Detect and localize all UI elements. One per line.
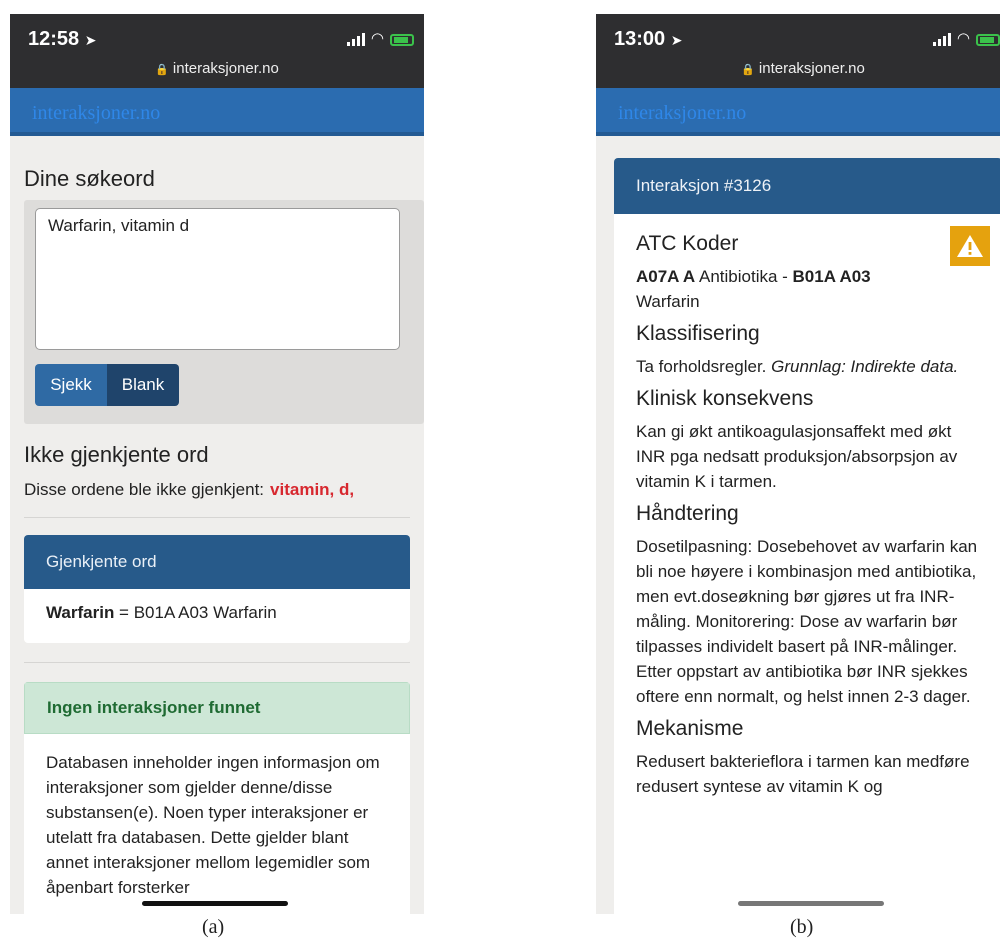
no-interaction-header: Ingen interaksjoner funnet xyxy=(24,682,410,734)
recognized-header: Gjenkjente ord xyxy=(24,535,410,589)
recognized-detail: = B01A A03 Warfarin xyxy=(114,603,277,622)
brand-link[interactable]: interaksjoner.no xyxy=(618,102,746,125)
consequence-title: Klinisk konsekvens xyxy=(636,387,814,410)
classification-title: Klassifisering xyxy=(636,322,760,345)
handling-title: Håndtering xyxy=(636,502,739,525)
atc-code: A07A A xyxy=(636,267,696,286)
signal-icon xyxy=(932,32,951,46)
mechanism-title: Mekanisme xyxy=(636,717,744,740)
search-heading: Dine søkeord xyxy=(24,166,155,191)
no-interaction-text: Databasen inneholder ingen informasjon o… xyxy=(46,753,380,897)
lock-icon: 🔒 xyxy=(155,64,169,76)
url-bar[interactable]: 🔒 interaksjoner.no xyxy=(10,60,424,77)
location-arrow-icon: ➤ xyxy=(670,32,683,48)
home-indicator[interactable] xyxy=(738,901,884,906)
search-textarea[interactable]: Warfarin, vitamin d xyxy=(35,208,400,350)
interaction-header: Interaksjon #3126 xyxy=(614,158,1000,214)
phone-screen-a: 12:58 ➤ ◠ 🔒 interaksjoner.no interaksjone… xyxy=(10,14,424,914)
status-time: 12:58 ➤ xyxy=(28,28,96,51)
consequence-text: Kan gi økt antikoagulasjonsaffekt med øk… xyxy=(636,422,958,491)
atc-codes: A07A A Antibiotika - B01A A03 Warfarin xyxy=(636,264,980,314)
clock: 12:58 xyxy=(28,28,80,50)
clock: 13:00 xyxy=(614,28,666,50)
recognized-drug: Warfarin xyxy=(46,603,115,622)
interaction-card: Interaksjon #3126 ATC Koder A07A A Antib… xyxy=(614,158,1000,914)
battery-icon xyxy=(976,34,1000,46)
interaction-body: ATC Koder A07A A Antibiotika - B01A A03 W… xyxy=(614,214,1000,819)
classification-basis: Grunnlag: Indirekte data. xyxy=(771,357,959,376)
search-panel: Warfarin, vitamin d Sjekk Blank xyxy=(24,200,424,424)
unrecognized-words: vitamin, d, xyxy=(270,480,355,499)
divider xyxy=(24,517,410,518)
home-indicator[interactable] xyxy=(142,901,288,906)
handling-text: Dosetilpasning: Dosebehovet av warfarin … xyxy=(636,537,978,706)
divider xyxy=(24,662,410,663)
url-bar[interactable]: 🔒 interaksjoner.no xyxy=(596,60,1000,77)
unrecognized-heading: Ikke gjenkjente ord xyxy=(24,442,209,467)
lock-icon: 🔒 xyxy=(741,64,755,76)
wifi-icon: ◠ xyxy=(370,30,384,47)
classification-value: Ta forholdsregler. xyxy=(636,357,767,376)
location-arrow-icon: ➤ xyxy=(84,32,97,48)
navbar: interaksjoner.no xyxy=(596,88,1000,136)
url-text: interaksjoner.no xyxy=(758,60,865,77)
recognized-card: Gjenkjente ord Warfarin = B01A A03 Warfa… xyxy=(24,535,410,643)
no-interaction-card: Ingen interaksjoner funnet Databasen inn… xyxy=(24,682,410,914)
battery-icon xyxy=(390,34,414,46)
caption-a: (a) xyxy=(202,916,225,938)
status-icons: ◠ xyxy=(932,30,1000,47)
wifi-icon: ◠ xyxy=(956,30,970,47)
unrecognized-line: Disse ordene ble ikke gjenkjent: vitamin,… xyxy=(24,480,354,500)
phone-screen-b: 13:00 ➤ ◠ 🔒 interaksjoner.no interaksjone… xyxy=(596,14,1000,914)
brand-link[interactable]: interaksjoner.no xyxy=(32,102,160,125)
atc-name: Antibiotika - xyxy=(695,267,793,286)
warning-icon xyxy=(950,226,990,266)
atc-code: B01A A03 xyxy=(792,267,871,286)
status-icons: ◠ xyxy=(346,30,414,47)
mechanism-text: Redusert bakterieflora i tarmen kan medf… xyxy=(636,752,970,796)
navbar: interaksjoner.no xyxy=(10,88,424,136)
url-text: interaksjoner.no xyxy=(172,60,279,77)
status-time: 13:00 ➤ xyxy=(614,28,682,51)
classification-text: Ta forholdsregler. Grunnlag: Indirekte d… xyxy=(636,354,980,379)
atc-title: ATC Koder xyxy=(636,232,739,255)
check-button[interactable]: Sjekk xyxy=(35,364,107,406)
recognized-body: Warfarin = B01A A03 Warfarin xyxy=(24,589,410,637)
unrecognized-text: Disse ordene ble ikke gjenkjent: xyxy=(24,480,265,499)
signal-icon xyxy=(346,32,365,46)
atc-name: Warfarin xyxy=(636,292,700,311)
caption-b: (b) xyxy=(790,916,814,938)
blank-button[interactable]: Blank xyxy=(107,364,179,406)
